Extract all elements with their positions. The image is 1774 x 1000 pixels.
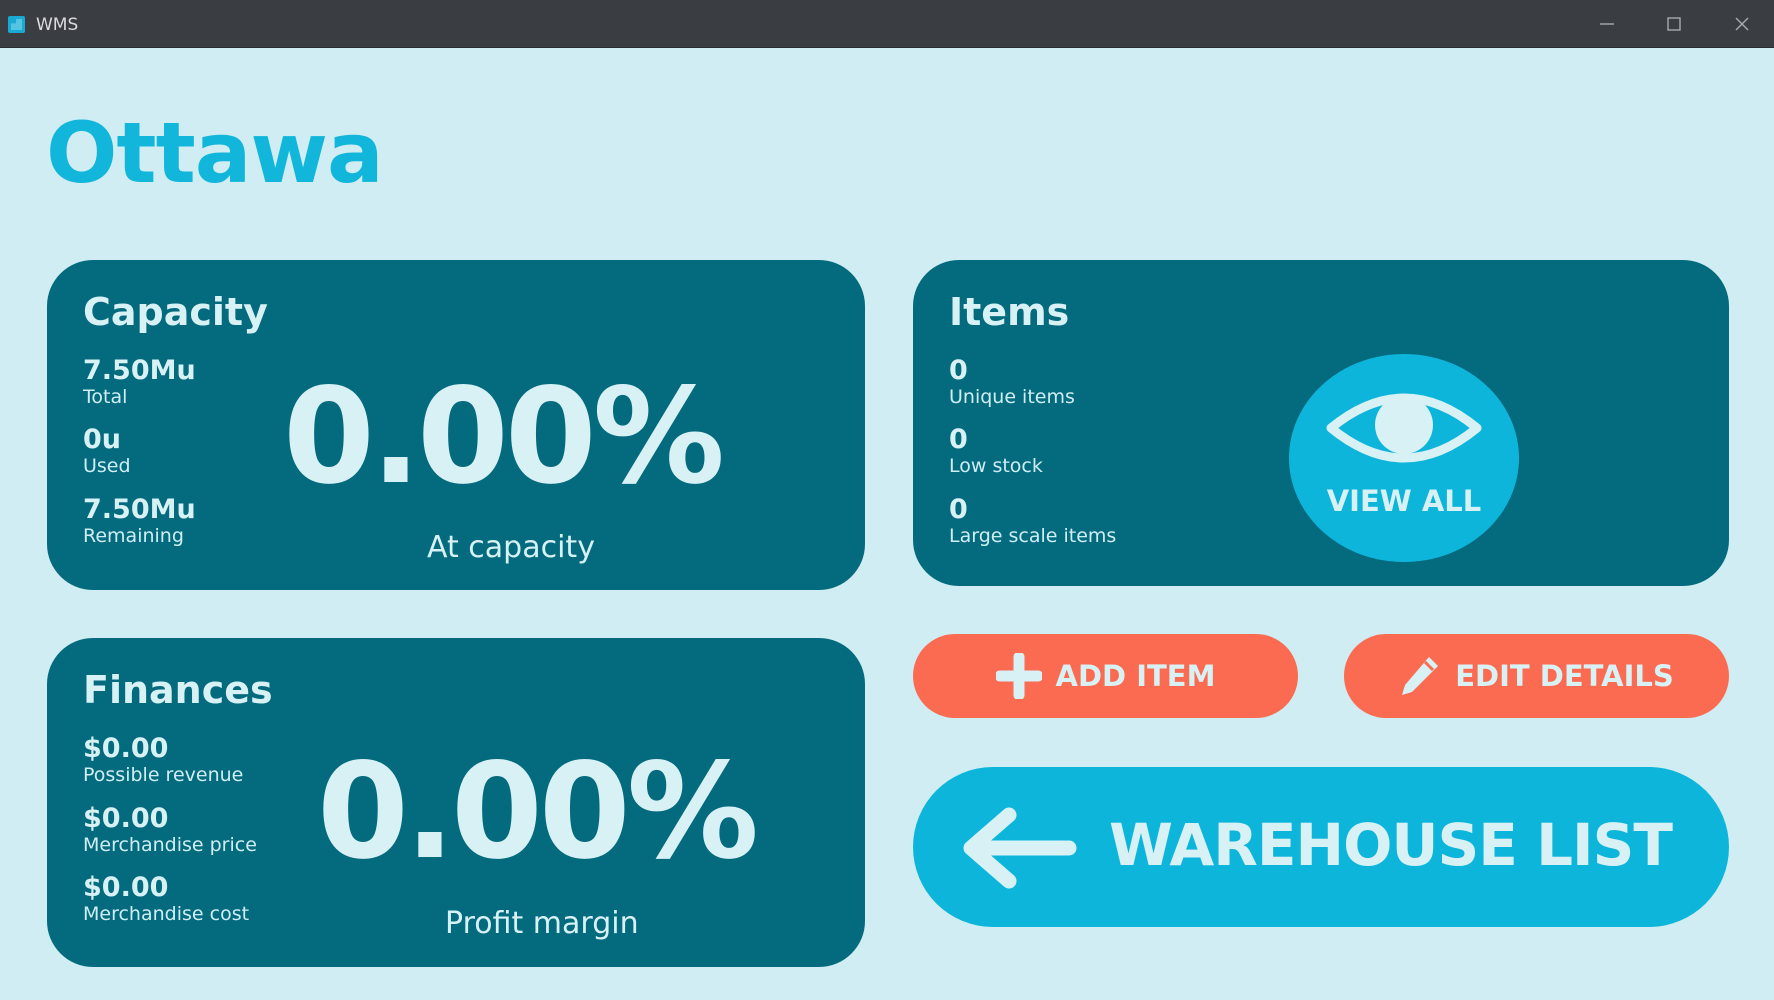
profit-margin-percent: 0.00% xyxy=(317,735,759,889)
capacity-total-label: Total xyxy=(83,386,128,408)
app-icon xyxy=(8,16,25,33)
view-all-button[interactable]: VIEW ALL xyxy=(1289,354,1519,562)
finances-price-stat: $0.00 Merchandise price xyxy=(83,803,257,857)
capacity-total-stat: 7.50Mu Total xyxy=(83,355,196,409)
capacity-card: Capacity 7.50Mu Total 0u Used 7.50Mu Rem… xyxy=(47,260,865,590)
capacity-used-value: 0u xyxy=(83,424,122,455)
add-item-label: ADD ITEM xyxy=(1055,659,1216,693)
items-large-value: 0 xyxy=(949,494,968,525)
items-low-stock-label: Low stock xyxy=(949,455,1043,477)
finances-cost-label: Merchandise cost xyxy=(83,903,250,925)
items-large-label: Large scale items xyxy=(949,525,1117,547)
finances-price-label: Merchandise price xyxy=(83,834,257,856)
pencil-icon xyxy=(1402,657,1439,695)
items-low-stock-stat: 0 Low stock xyxy=(949,424,1043,478)
view-all-label: VIEW ALL xyxy=(1326,484,1482,518)
capacity-used-stat: 0u Used xyxy=(83,424,131,478)
profit-margin-label: Profit margin xyxy=(445,906,639,941)
capacity-remaining-value: 7.50Mu xyxy=(83,494,196,525)
minimize-button[interactable] xyxy=(1587,8,1627,40)
finances-revenue-stat: $0.00 Possible revenue xyxy=(83,733,244,787)
minimize-icon xyxy=(1600,23,1614,25)
window-titlebar: WMS xyxy=(0,0,1774,48)
items-low-stock-value: 0 xyxy=(949,424,968,455)
finances-cost-stat: $0.00 Merchandise cost xyxy=(83,872,250,926)
capacity-used-label: Used xyxy=(83,455,131,477)
close-icon xyxy=(1735,17,1749,31)
finances-cost-value: $0.00 xyxy=(83,872,169,903)
edit-details-label: EDIT DETAILS xyxy=(1455,659,1674,693)
items-unique-value: 0 xyxy=(949,355,968,386)
warehouse-list-button[interactable]: WAREHOUSE LIST xyxy=(913,767,1729,927)
edit-details-button[interactable]: EDIT DETAILS xyxy=(1344,634,1729,718)
capacity-total-value: 7.50Mu xyxy=(83,355,196,386)
items-unique-label: Unique items xyxy=(949,386,1075,408)
maximize-icon xyxy=(1667,17,1681,31)
finances-price-value: $0.00 xyxy=(83,803,169,834)
page-title: Ottawa xyxy=(46,104,384,202)
maximize-button[interactable] xyxy=(1654,8,1694,40)
items-large-stat: 0 Large scale items xyxy=(949,494,1117,548)
add-item-button[interactable]: ADD ITEM xyxy=(913,634,1298,718)
items-unique-stat: 0 Unique items xyxy=(949,355,1075,409)
capacity-percent: 0.00% xyxy=(283,360,725,514)
capacity-remaining-stat: 7.50Mu Remaining xyxy=(83,494,196,548)
plus-icon xyxy=(995,653,1042,699)
finances-revenue-label: Possible revenue xyxy=(83,764,244,786)
eye-icon xyxy=(1326,393,1482,463)
finances-card: Finances $0.00 Possible revenue $0.00 Me… xyxy=(47,638,865,967)
close-button[interactable] xyxy=(1722,8,1762,40)
items-title: Items xyxy=(949,290,1070,334)
capacity-title: Capacity xyxy=(83,290,268,334)
capacity-remaining-label: Remaining xyxy=(83,525,184,547)
capacity-percent-label: At capacity xyxy=(427,530,595,565)
finances-title: Finances xyxy=(83,668,273,712)
window-title: WMS xyxy=(36,15,79,35)
finances-revenue-value: $0.00 xyxy=(83,733,169,764)
arrow-left-icon xyxy=(963,807,1077,889)
warehouse-list-label: WAREHOUSE LIST xyxy=(1109,811,1673,879)
